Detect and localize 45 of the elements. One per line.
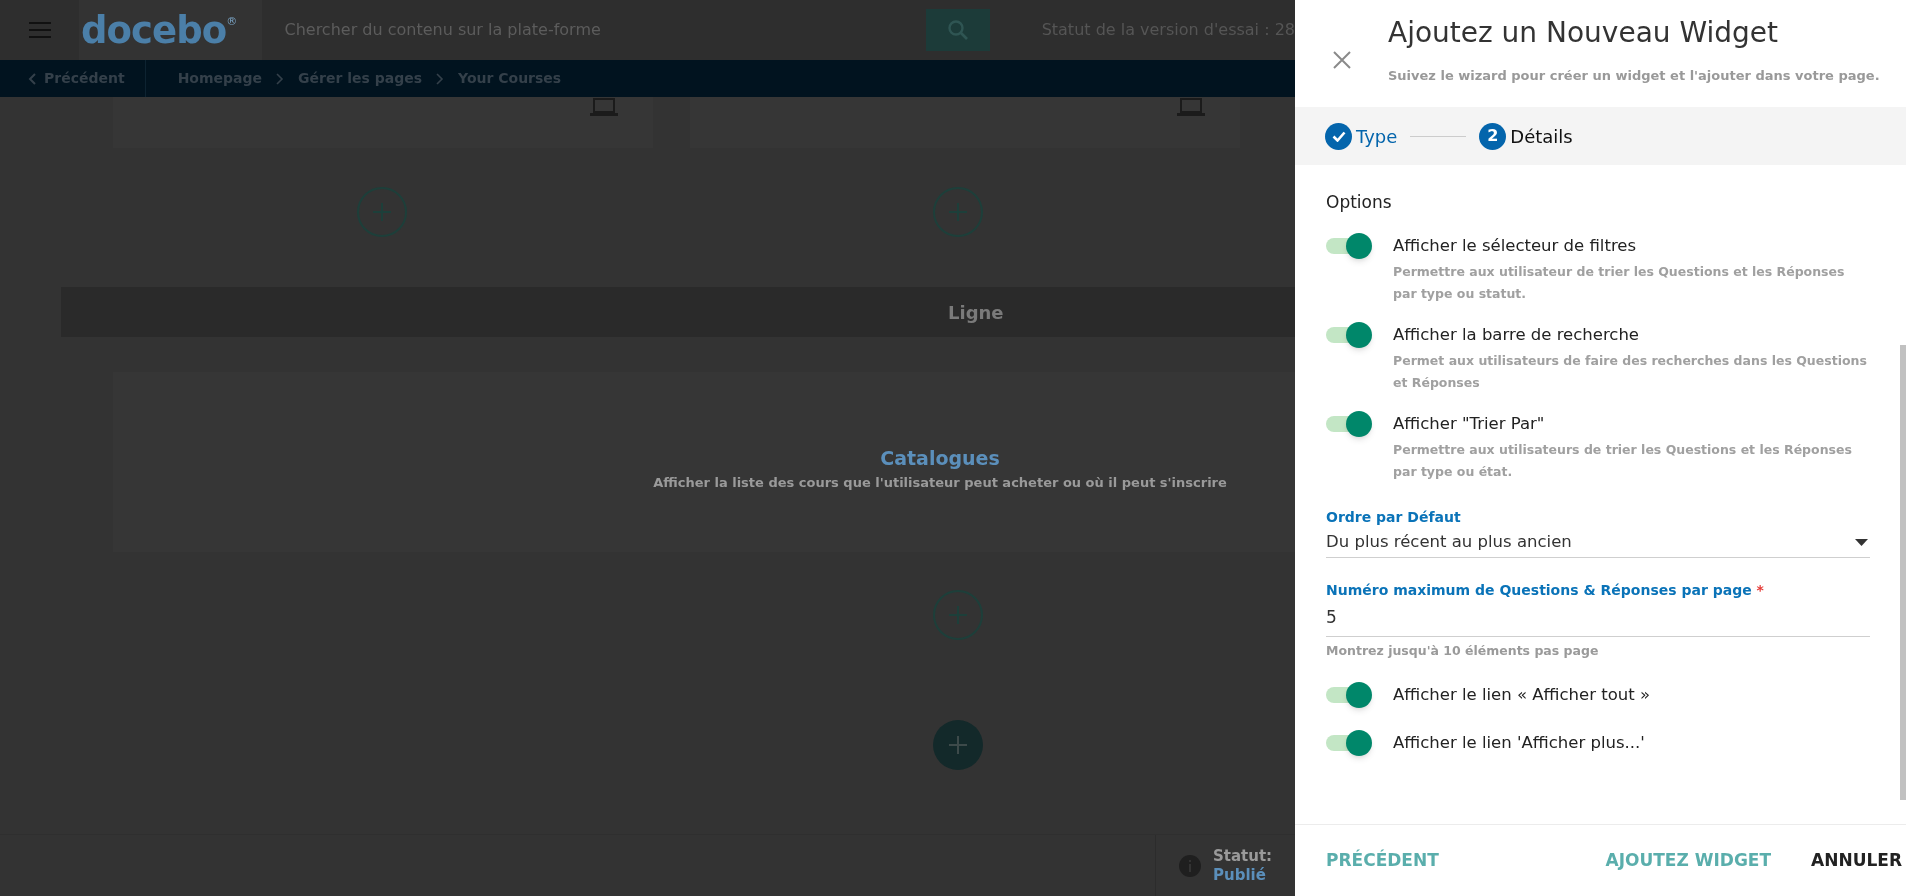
toggle-description: Permettre aux utilisateur de trier les Questions et les Réponses par type ou statut. (1393, 262, 1846, 303)
panel-title: Ajoutez un Nouveau Widget (1388, 15, 1780, 51)
toggle-label: Afficher le lien « Afficher tout » (1393, 683, 1651, 706)
status-value: Publié (1213, 865, 1267, 885)
check-icon (1331, 130, 1346, 142)
chevron-right-icon (276, 72, 285, 85)
search-button[interactable] (925, 9, 990, 51)
toggle-switch[interactable] (1326, 682, 1372, 709)
chevron-left-icon (28, 72, 36, 85)
close-icon (1332, 50, 1351, 69)
toggle-label: Afficher la barre de recherche (1393, 323, 1640, 346)
plus-icon (947, 734, 969, 756)
previous-button[interactable]: PRÉCÉDENT (1326, 847, 1439, 874)
wizard-step[interactable]: 2 Détails (1479, 122, 1573, 150)
add-widget-button[interactable]: AJOUTEZ WIDGET (1605, 847, 1772, 874)
catalog-description: Afficher la liste des cours que l'utilisateur peut acheter ou où il peut s'inscrire (653, 473, 1227, 492)
catalog-title: Catalogues (880, 446, 1000, 471)
toggle-label: Afficher le lien 'Afficher plus...' (1393, 731, 1645, 754)
wizard-step[interactable]: Type (1325, 122, 1398, 150)
cancel-button[interactable]: ANNULER (1811, 847, 1902, 874)
toggle-description: Permettre aux utilisateurs de trier les Questions et les Réponses par type ou état. (1393, 440, 1853, 481)
toggle-label: Afficher le sélecteur de filtres (1393, 234, 1638, 257)
status-label: Statut: (1213, 846, 1273, 866)
toggle-switch[interactable] (1326, 321, 1372, 348)
field-label: Ordre par Défaut (1326, 507, 1462, 527)
laptop-icon (590, 97, 618, 117)
caret-icon (1855, 538, 1868, 546)
section-heading: Options (1326, 191, 1393, 214)
search-icon (946, 19, 969, 41)
toggle-label: Afficher "Trier Par" (1393, 412, 1546, 435)
sort-dropdown[interactable]: Du plus récent au plus ancien (1326, 527, 1870, 558)
laptop-icon (1177, 97, 1205, 117)
chevron-right-icon (436, 72, 445, 85)
toggle-switch[interactable] (1326, 232, 1372, 259)
menu-icon[interactable] (29, 22, 51, 38)
toggle-description: Permet aux utilisateurs de faire des recherches dans les Questions et Réponses (1393, 351, 1868, 392)
field-help: Montrez jusqu'à 10 éléments pas page (1326, 641, 1600, 660)
toggle-switch[interactable] (1326, 410, 1372, 437)
panel-subtitle: Suivez le wizard pour créer un widget et l'ajouter dans votre page. (1388, 67, 1880, 85)
toggle-switch[interactable] (1326, 730, 1372, 757)
row-bar: Ligne (61, 287, 1295, 337)
number-field[interactable]: 5 (1326, 600, 1870, 637)
field-label: Numéro maximum de Questions & Réponses par page * (1326, 580, 1765, 600)
add-button[interactable] (933, 720, 983, 770)
logo: docebo® (78, 0, 263, 60)
